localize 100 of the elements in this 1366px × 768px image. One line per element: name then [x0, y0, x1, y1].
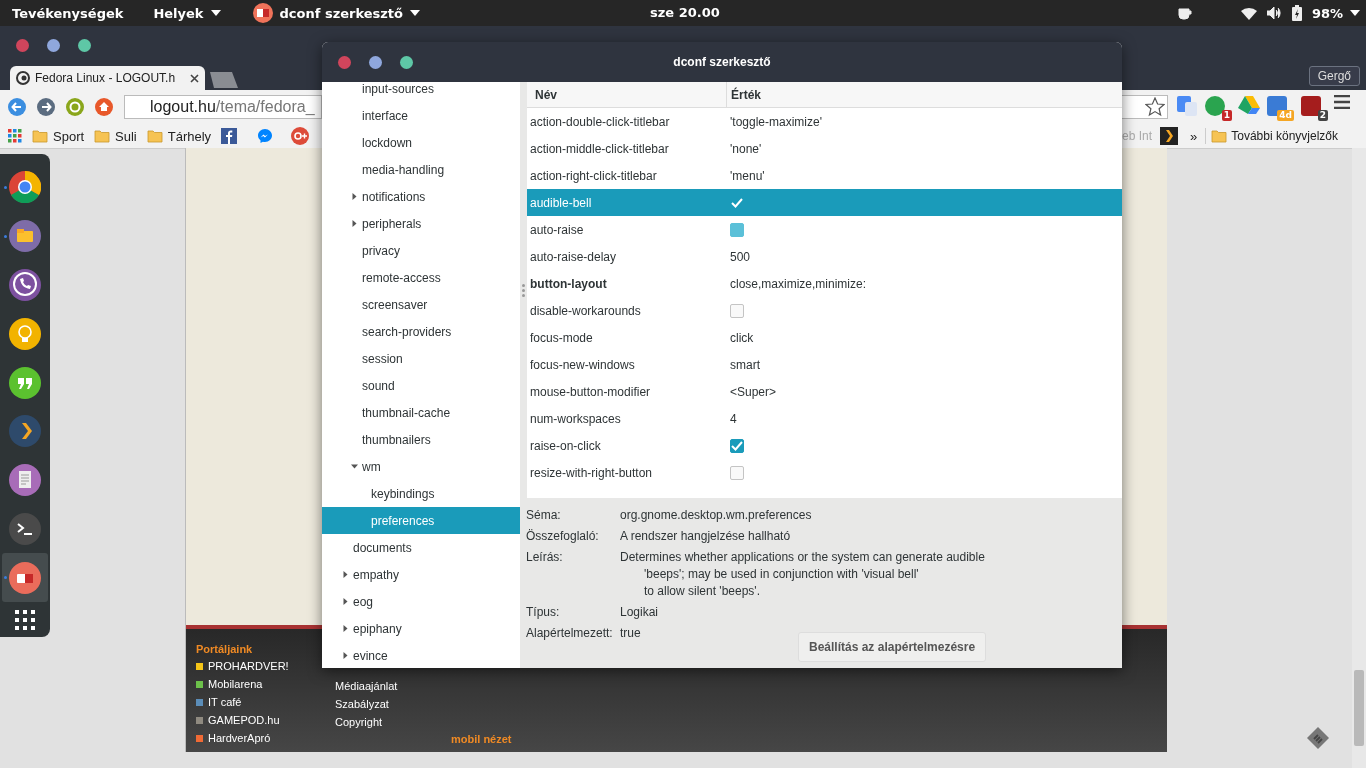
- chevron-icon[interactable]: [1160, 127, 1179, 145]
- phone-bubble-icon[interactable]: [9, 269, 41, 301]
- tree-item[interactable]: remote-access: [322, 264, 520, 291]
- menu-icon[interactable]: [1334, 95, 1350, 109]
- checkbox[interactable]: [730, 438, 744, 453]
- activities-button[interactable]: Tevékenységek: [12, 5, 124, 21]
- table-row[interactable]: focus-mode click: [527, 324, 1122, 351]
- table-row[interactable]: action-double-click-titlebar 'toggle-maximize': [527, 108, 1122, 135]
- table-row[interactable]: action-middle-click-titlebar 'none': [527, 135, 1122, 162]
- table-row[interactable]: button-layout close,maximize,minimize:: [527, 270, 1122, 297]
- address-bar[interactable]: logout.hu/tema/fedora_: [124, 95, 322, 119]
- star-icon[interactable]: [1145, 97, 1165, 117]
- tree-item[interactable]: input-sources: [322, 82, 520, 102]
- table-row[interactable]: resize-with-right-button: [527, 459, 1122, 486]
- chevron-icon[interactable]: [9, 415, 41, 448]
- mobile-view-link[interactable]: mobil nézet: [451, 733, 512, 745]
- checkbox[interactable]: [730, 303, 744, 318]
- minimize-button[interactable]: [47, 39, 60, 52]
- app-grid-icon[interactable]: [15, 610, 35, 631]
- chat-bubble-icon[interactable]: [257, 128, 274, 144]
- battery-icon[interactable]: [1291, 5, 1302, 21]
- cup-icon[interactable]: [1176, 6, 1193, 20]
- tree-item[interactable]: eog: [322, 588, 520, 615]
- bookmark-folder[interactable]: Suli: [115, 128, 137, 144]
- expander-icon[interactable]: [342, 625, 349, 632]
- facebook-icon[interactable]: [221, 128, 238, 144]
- footer-link[interactable]: IT café: [208, 696, 242, 708]
- bookmark-folder[interactable]: További könyvjelzők: [1231, 129, 1338, 143]
- table-row[interactable]: raise-on-click: [527, 432, 1122, 459]
- footer-link[interactable]: GAMEPOD.hu: [208, 714, 280, 726]
- browser-tab[interactable]: Fedora Linux - LOGOUT.h: [10, 66, 205, 90]
- column-header[interactable]: Név: [527, 82, 726, 107]
- reload-icon[interactable]: [66, 98, 84, 116]
- table-row[interactable]: auto-raise-delay 500: [527, 243, 1122, 270]
- checkbox[interactable]: [730, 465, 744, 480]
- tree-item[interactable]: documents: [322, 534, 520, 561]
- lightbulb-icon[interactable]: [9, 317, 41, 350]
- tree-item[interactable]: epiphany: [322, 615, 520, 642]
- volume-icon[interactable]: [1266, 7, 1282, 19]
- table-row[interactable]: disable-workarounds: [527, 297, 1122, 324]
- tree-item[interactable]: thumbnailers: [322, 426, 520, 453]
- battery-menu[interactable]: 98%: [1311, 5, 1360, 21]
- expander-icon[interactable]: [342, 652, 349, 659]
- footer-link[interactable]: Szabályzat: [335, 697, 398, 711]
- expander-icon[interactable]: [351, 220, 358, 227]
- tree-item[interactable]: session: [322, 345, 520, 372]
- triangle-icon[interactable]: [1238, 95, 1260, 115]
- footer-link[interactable]: Mobilarena: [208, 678, 263, 690]
- folder-icon[interactable]: [9, 220, 41, 253]
- tree-item[interactable]: screensaver: [322, 291, 520, 318]
- table-row[interactable]: action-right-click-titlebar 'menu': [527, 162, 1122, 189]
- clock[interactable]: sze 20.00: [650, 5, 720, 20]
- scrollbar[interactable]: [1352, 148, 1366, 768]
- wifi-icon[interactable]: [1240, 6, 1257, 20]
- browser-icon[interactable]: [9, 171, 41, 204]
- reset-button[interactable]: Beállítás az alapértelmezésre: [798, 632, 987, 662]
- quote-icon[interactable]: [9, 366, 41, 399]
- more-bookmarks-button[interactable]: »: [1190, 128, 1198, 144]
- footer-link[interactable]: HardverApró: [208, 732, 271, 744]
- table-row[interactable]: num-workspaces 4: [527, 405, 1122, 432]
- bookmark-folder[interactable]: Sport: [53, 128, 85, 144]
- tree-item[interactable]: notifications: [322, 183, 520, 210]
- pane-handle[interactable]: [520, 82, 527, 498]
- tree-item[interactable]: sound: [322, 372, 520, 399]
- terminal-icon[interactable]: [9, 512, 41, 545]
- tree-item[interactable]: peripherals: [322, 210, 520, 237]
- tree-item[interactable]: keybindings: [322, 480, 520, 507]
- footer-link[interactable]: Médiaajánlat: [335, 679, 398, 693]
- tree-item[interactable]: thumbnail-cache: [322, 399, 520, 426]
- tree-item[interactable]: privacy: [322, 237, 520, 264]
- bookmark-folder[interactable]: Tárhely: [167, 128, 212, 144]
- footer-link[interactable]: PROHARDVER!: [208, 660, 289, 672]
- expander-icon[interactable]: [351, 463, 358, 470]
- translate-icon[interactable]: [1176, 95, 1198, 117]
- table-row[interactable]: focus-new-windows smart: [527, 351, 1122, 378]
- apps-icon[interactable]: [8, 129, 22, 143]
- feedback-icon[interactable]: [1306, 726, 1330, 750]
- column-header[interactable]: Érték: [726, 82, 1122, 107]
- forward-icon[interactable]: [37, 98, 55, 116]
- tree-item[interactable]: search-providers: [322, 318, 520, 345]
- close-button[interactable]: [338, 56, 351, 69]
- checkbox[interactable]: [730, 222, 744, 237]
- tree-item[interactable]: media-handling: [322, 156, 520, 183]
- table-row[interactable]: mouse-button-modifier <Super>: [527, 378, 1122, 405]
- close-icon[interactable]: [190, 73, 199, 83]
- footer-link[interactable]: Copyright: [335, 715, 398, 729]
- maximize-button[interactable]: [400, 56, 413, 69]
- expander-icon[interactable]: [351, 193, 358, 200]
- tree-item[interactable]: wm: [322, 453, 520, 480]
- maximize-button[interactable]: [78, 39, 91, 52]
- home-icon[interactable]: [95, 98, 113, 116]
- back-icon[interactable]: [8, 98, 26, 116]
- bookmark-star-button[interactable]: [1122, 95, 1168, 119]
- tree-item[interactable]: lockdown: [322, 129, 520, 156]
- new-tab-button[interactable]: [210, 72, 238, 88]
- tree-item[interactable]: interface: [322, 102, 520, 129]
- expander-icon[interactable]: [342, 598, 349, 605]
- gplus-icon[interactable]: [291, 127, 310, 145]
- close-button[interactable]: [16, 39, 29, 52]
- profile-button[interactable]: Gergő: [1308, 66, 1360, 86]
